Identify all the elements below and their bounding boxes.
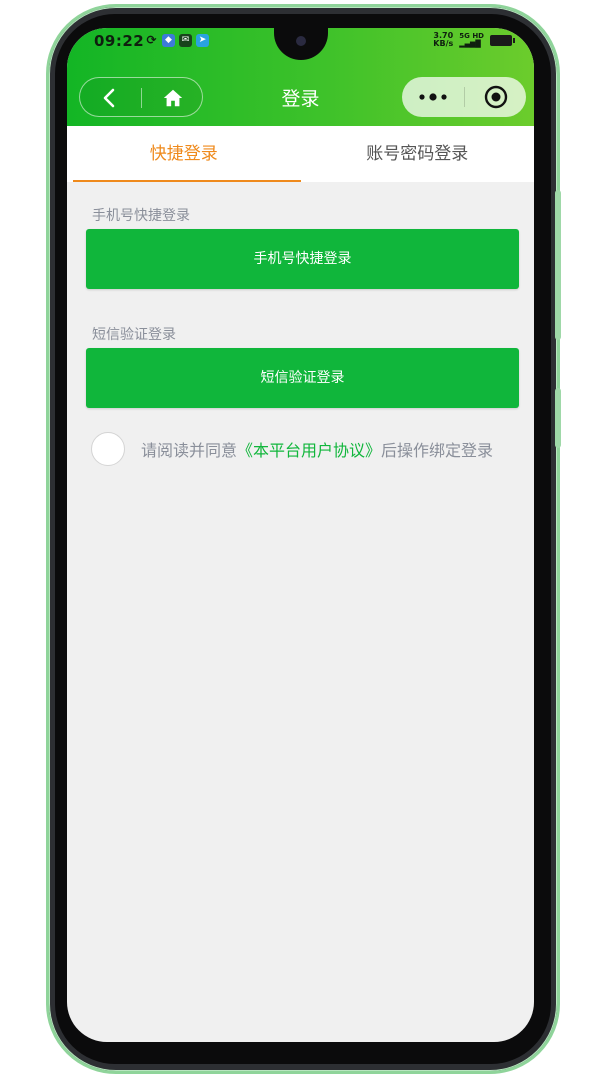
app-icon: ◆ [162, 34, 175, 47]
target-circle-icon[interactable] [484, 85, 508, 109]
nav-capsule-left [79, 77, 203, 117]
status-time: 09:22 [94, 32, 145, 50]
nav-capsule-right [402, 77, 526, 117]
agreement-prefix: 请阅读并同意 [141, 441, 238, 460]
sms-login-label: 短信验证登录 [92, 327, 176, 343]
chevron-left-icon[interactable] [98, 86, 122, 110]
status-right: 3.70 KB/s 5G HD ▂▄▆█ [433, 32, 515, 48]
agreement-radio[interactable] [91, 432, 125, 466]
user-agreement-link[interactable]: 《本平台用户协议》 [237, 441, 381, 460]
sms-login-button[interactable]: 短信验证登录 [86, 348, 519, 408]
telegram-icon: ➤ [196, 34, 209, 47]
net-speed-unit: KB/s [433, 39, 454, 48]
tab-password-login[interactable]: 账号密码登录 [301, 126, 535, 182]
battery-icon [490, 34, 515, 46]
network-label: 5G HD [459, 32, 484, 40]
power-button [555, 388, 561, 448]
mail-icon: ✉ [179, 34, 192, 47]
tab-quick-login[interactable]: 快捷登录 [67, 126, 301, 182]
app-screen: 09:22 ⟳ ◆ ✉ ➤ 3.70 KB/s 5G HD ▂▄▆█ 登录 快捷… [67, 28, 534, 1042]
phone-login-label: 手机号快捷登录 [92, 208, 190, 224]
home-icon[interactable] [162, 87, 184, 109]
volume-button [555, 190, 561, 340]
signal-icon: 5G HD ▂▄▆█ [459, 32, 484, 48]
agreement-row: 请阅读并同意《本平台用户协议》后操作绑定登录 [91, 431, 493, 467]
login-tabs: 快捷登录 账号密码登录 [67, 126, 534, 182]
status-icons: ⟳ ◆ ✉ ➤ [145, 34, 209, 47]
more-dots-icon[interactable] [416, 89, 450, 105]
nav-header: 09:22 ⟳ ◆ ✉ ➤ 3.70 KB/s 5G HD ▂▄▆█ 登录 [67, 28, 534, 126]
agreement-text: 请阅读并同意《本平台用户协议》后操作绑定登录 [141, 437, 493, 461]
capsule-divider [141, 88, 142, 108]
sync-icon: ⟳ [146, 33, 157, 47]
signal-bars-icon: ▂▄▆█ [459, 40, 481, 48]
camera-notch [274, 28, 328, 60]
phone-quick-login-button[interactable]: 手机号快捷登录 [86, 229, 519, 289]
agreement-suffix: 后操作绑定登录 [381, 441, 494, 460]
capsule-divider [464, 87, 465, 107]
net-speed: 3.70 KB/s [433, 32, 453, 48]
